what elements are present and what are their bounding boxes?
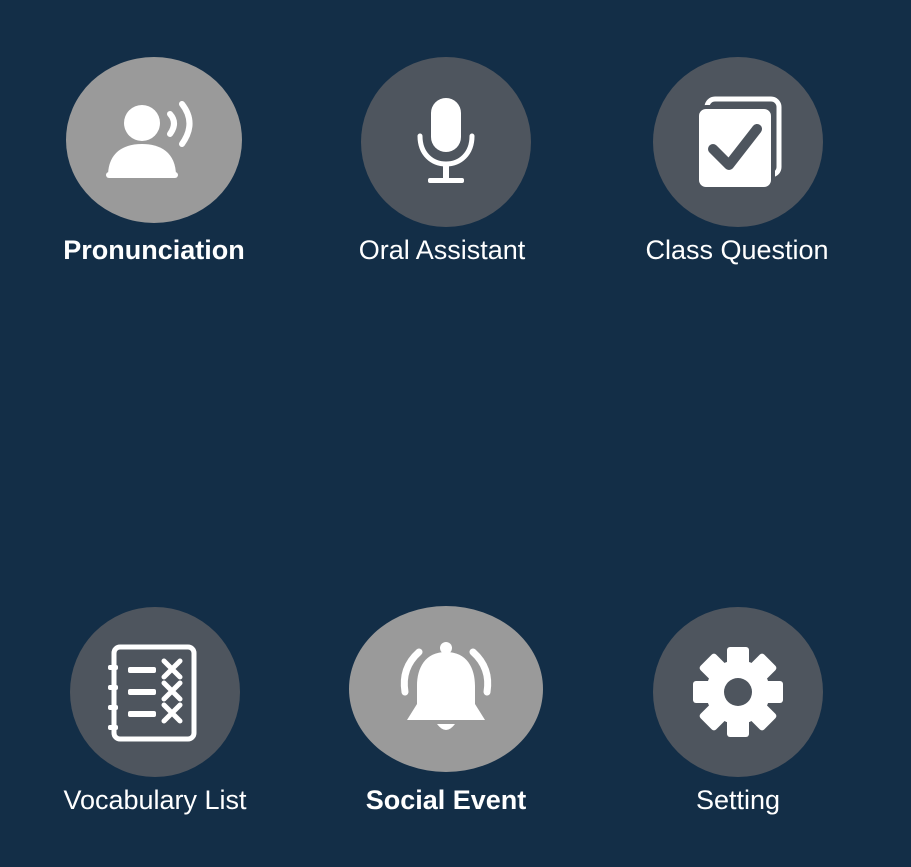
class-question-label: Class Question [645, 235, 829, 265]
bell-icon [400, 642, 492, 730]
class-question-circle[interactable] [653, 57, 823, 227]
microphone-icon [417, 98, 475, 183]
social-event-label: Social Event [365, 785, 527, 815]
oral-assistant-circle[interactable] [361, 57, 531, 227]
social-event-circle[interactable] [349, 606, 543, 772]
oral-assistant-label: Oral Assistant [358, 235, 526, 265]
vocabulary-list-icon [108, 644, 197, 742]
vocabulary-list-circle[interactable] [70, 607, 240, 777]
pronunciation-circle[interactable] [66, 57, 242, 223]
speaking-person-icon [106, 101, 193, 178]
vocabulary-list-label: Vocabulary List [63, 785, 247, 815]
checkbox-cards-icon [695, 96, 782, 191]
gear-icon [693, 647, 783, 737]
setting-circle[interactable] [653, 607, 823, 777]
pronunciation-label: Pronunciation [63, 235, 245, 265]
setting-label: Setting [695, 785, 781, 815]
